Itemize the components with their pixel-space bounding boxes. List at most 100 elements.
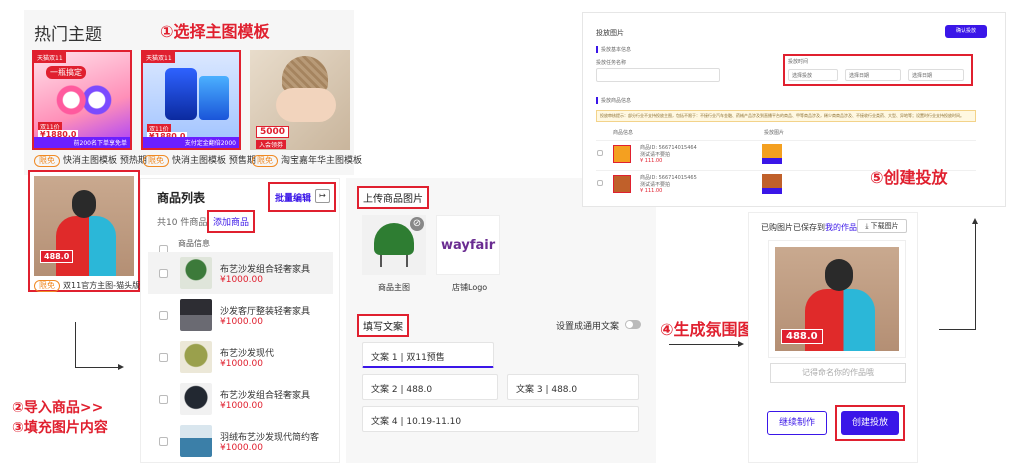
template-bottom-text: 支付定金翻倍2000 xyxy=(143,137,239,148)
copy-field-1[interactable]: 文案 1 | 双11预售 xyxy=(362,342,494,368)
table-row[interactable]: 布艺沙发现代 ¥1000.00 xyxy=(148,336,333,378)
free-tag: 限免 xyxy=(34,280,60,292)
start-date-input[interactable]: 选择日期 xyxy=(845,69,901,81)
row-checkbox[interactable] xyxy=(159,436,168,446)
template-card-3[interactable]: 5000 入会领券 xyxy=(250,50,350,150)
download-button[interactable]: ⤓ 下载图片 xyxy=(857,219,907,233)
logo-slot[interactable]: wayfair xyxy=(436,215,500,275)
export-icon[interactable]: ↦ xyxy=(315,189,330,203)
table-row[interactable]: 沙发客厅整装轻奢家具 ¥1000.00 xyxy=(148,294,333,336)
product-thumbnail xyxy=(180,341,212,373)
end-date-input[interactable]: 选择日期 xyxy=(908,69,964,81)
product-price: ¥ 111.00 xyxy=(640,188,663,194)
table-row[interactable]: 布艺沙发组合轻奢家具 ¥1000.00 xyxy=(148,252,333,294)
product-name: 布艺沙发现代 xyxy=(220,348,275,359)
time-label: 投放时间 xyxy=(788,59,809,65)
confirm-placement-button[interactable]: 确认投放 xyxy=(945,25,987,38)
copy-field-3[interactable]: 文案 3 | 488.0 xyxy=(507,374,639,400)
step-1-label: ①选择主图模板 xyxy=(160,22,270,41)
arrow-up-icon xyxy=(972,218,978,224)
time-select[interactable]: 选择投放 xyxy=(788,69,838,81)
product-thumbnail xyxy=(180,425,212,457)
row-checkbox[interactable] xyxy=(597,150,603,156)
basic-info-heading: 投放基本信息 xyxy=(596,46,631,53)
connector-line-vertical xyxy=(75,322,76,368)
detergent-bottle-image xyxy=(165,68,197,120)
template-card-2[interactable]: 天猫双11 双11价 ¥1880.0 支付定金翻倍2000 xyxy=(141,50,241,150)
template-caption-1[interactable]: 限免 快消主图模板 预热期 xyxy=(34,153,147,167)
free-tag: 限免 xyxy=(252,155,278,167)
model-head xyxy=(825,259,853,291)
template-caption-2[interactable]: 限免 快消主图模板 预售期 xyxy=(143,153,256,167)
row-checkbox[interactable] xyxy=(159,310,168,320)
template-bottom-text: 前200名下单享免单 xyxy=(34,137,130,148)
col-image-header: 投放图片 xyxy=(764,130,785,136)
table-row[interactable]: 羽绒布艺沙发现代简约客 ¥1000.00 xyxy=(148,420,333,462)
download-icon: ⤓ xyxy=(865,222,869,230)
common-copy-label: 设置成通用文案 xyxy=(556,322,620,332)
create-placement-button[interactable]: 创建投放 xyxy=(841,411,899,435)
upload-title: 上传商品图片 xyxy=(357,186,429,209)
product-column-header: 商品信息 xyxy=(178,239,210,248)
selected-template-caption: 限免 双11官方主图-猫头版 xyxy=(34,280,140,292)
product-name: 布艺沙发组合轻奢家具 xyxy=(220,390,311,401)
arrow-right-icon xyxy=(738,341,744,347)
product-desc: 测试请不要拍 xyxy=(640,152,671,158)
template-name: 快消主图模板 预热期 xyxy=(63,156,147,166)
logo-label: 店铺Logo xyxy=(452,283,488,292)
step-5-label: ⑤创建投放 xyxy=(870,168,948,187)
product-pods-image xyxy=(52,82,116,118)
product-info: 沙发客厅整装轻奢家具 ¥1000.00 xyxy=(220,304,310,327)
common-copy-toggle[interactable] xyxy=(625,320,641,329)
placement-notice: 投放审核提示：部分行业不支持投放主图，包括不限于：不接行业汽车金融、药械产品涉及… xyxy=(596,110,976,122)
baby-face-image xyxy=(276,88,336,122)
step-2-label: ②导入商品>> xyxy=(12,400,104,416)
product-id: 商品ID: 566714015464 xyxy=(640,145,697,151)
download-label: 下载图片 xyxy=(870,222,899,230)
model-jacket xyxy=(56,216,116,276)
price-badge: 488.0 xyxy=(40,250,74,263)
wayfair-logo: wayfair xyxy=(441,238,496,253)
free-tag: 限免 xyxy=(143,155,169,167)
copy-field-2[interactable]: 文案 2 | 488.0 xyxy=(362,374,498,400)
template-card-1[interactable]: 天猫双11 一瓶搞定 双11价 ¥1880.0 前200名下单享免单 xyxy=(32,50,132,150)
add-product-button[interactable]: 添加商品 xyxy=(207,210,256,233)
model-head xyxy=(72,190,96,218)
table-row[interactable]: 布艺沙发组合轻奢家具 ¥1000.00 xyxy=(148,378,333,420)
price-badge: 488.0 xyxy=(781,329,823,344)
detergent-bag-image xyxy=(199,76,229,120)
product-info-heading: 投放商品信息 xyxy=(596,97,631,104)
product-info: 布艺沙发现代 ¥1000.00 xyxy=(220,346,274,369)
product-info: 布艺沙发组合轻奢家具 ¥1000.00 xyxy=(220,388,310,411)
product-price: ¥1000.00 xyxy=(220,274,263,285)
product-thumbnail xyxy=(180,299,212,331)
row-checkbox[interactable] xyxy=(159,352,168,362)
work-name-input[interactable]: 记得命名你的作品哦 xyxy=(770,363,906,383)
copy-title: 填写文案 xyxy=(357,314,409,337)
my-works-link[interactable]: 我的作品 xyxy=(825,223,857,232)
product-thumbnail xyxy=(613,145,631,163)
product-id: 商品ID: 566714015465 xyxy=(640,175,697,181)
task-name-input[interactable] xyxy=(596,68,720,82)
continue-button[interactable]: 继续制作 xyxy=(767,411,827,435)
template-caption-3[interactable]: 限免 淘宝嘉年华主图模板 xyxy=(252,153,362,167)
main-image-slot[interactable]: ⊘ xyxy=(362,215,426,275)
step-4-label: ④生成氛围图 xyxy=(660,320,754,339)
row-checkbox[interactable] xyxy=(159,268,168,278)
connector-line-horizontal xyxy=(75,367,121,368)
batch-edit-button[interactable]: 批量编辑 xyxy=(275,191,311,204)
product-info: 布艺沙发组合轻奢家具 ¥1000.00 xyxy=(220,262,310,285)
product-info: 羽绒布艺沙发现代简约客 ¥1000.00 xyxy=(220,430,319,453)
main-image-label: 商品主图 xyxy=(378,283,410,292)
result-model-photo: 488.0 xyxy=(775,247,899,351)
product-name: 布艺沙发组合轻奢家具 xyxy=(220,264,311,275)
row-checkbox[interactable] xyxy=(597,180,603,186)
selected-template-card[interactable]: 488.0 限免 双11官方主图-猫头版 xyxy=(28,170,140,292)
green-chair-image xyxy=(374,223,414,255)
copy-field-4[interactable]: 文案 4 | 10.19-11.10 xyxy=(362,406,639,432)
row-checkbox[interactable] xyxy=(159,394,168,404)
product-price: ¥1000.00 xyxy=(220,400,263,411)
step-3-label: ③填充图片内容 xyxy=(12,420,108,436)
placement-title: 投放图片 xyxy=(596,29,624,37)
remove-icon[interactable]: ⊘ xyxy=(410,217,424,231)
